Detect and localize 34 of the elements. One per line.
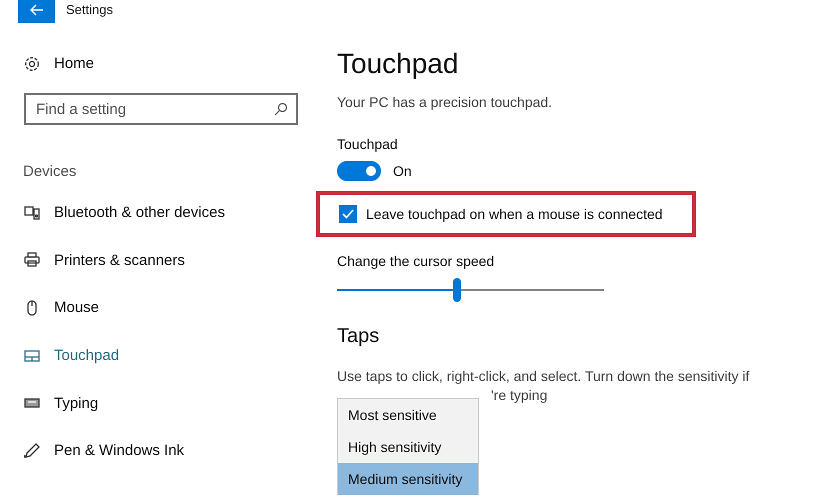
settings-icon [24, 56, 40, 72]
printer-icon [24, 252, 40, 268]
search-field[interactable]: Find a setting [24, 93, 298, 125]
page-subtitle: Your PC has a precision touchpad. [337, 94, 554, 110]
sidebar-item[interactable]: Mouse [24, 284, 320, 332]
toggle-state: On [393, 163, 412, 179]
checkbox-label: Leave touchpad on when a mouse is connected [366, 206, 663, 222]
sidebar-item[interactable]: Bluetooth & other devices [24, 189, 320, 237]
section-heading: Devices [23, 163, 78, 180]
sidebar-item[interactable]: Touchpad [24, 332, 320, 380]
home-link[interactable]: Home [54, 55, 94, 72]
toggle-label: Touchpad [337, 136, 399, 152]
sidebar-item[interactable]: Typing [24, 379, 320, 427]
checkbox[interactable] [339, 205, 357, 223]
sidebar-item[interactable]: Printers & scanners [24, 236, 320, 284]
sidebar-item[interactable]: Pen & Windows Ink [24, 426, 320, 475]
toggle-switch[interactable] [337, 161, 381, 181]
page-title: Touchpad [337, 48, 460, 80]
description-text: Use taps to click, right-click, and select. Turn down the sensitivity if [337, 368, 750, 384]
description-text: 're typing [491, 387, 548, 403]
check-icon [342, 209, 354, 219]
window-title: Settings [66, 2, 113, 16]
section-heading: Taps [337, 325, 380, 348]
dropdown-option[interactable]: Most sensitive [338, 399, 478, 431]
touchpad-icon [24, 348, 40, 364]
devices-icon [24, 204, 40, 221]
back-arrow-icon [30, 4, 44, 16]
dropdown-option[interactable]: Medium sensitivity [338, 463, 478, 495]
slider-thumb[interactable] [453, 278, 462, 302]
back-button[interactable] [18, 0, 55, 23]
dropdown-option[interactable]: High sensitivity [338, 431, 478, 463]
pen-icon [24, 442, 40, 459]
slider-label: Change the cursor speed [337, 253, 496, 269]
search-icon [274, 102, 288, 116]
